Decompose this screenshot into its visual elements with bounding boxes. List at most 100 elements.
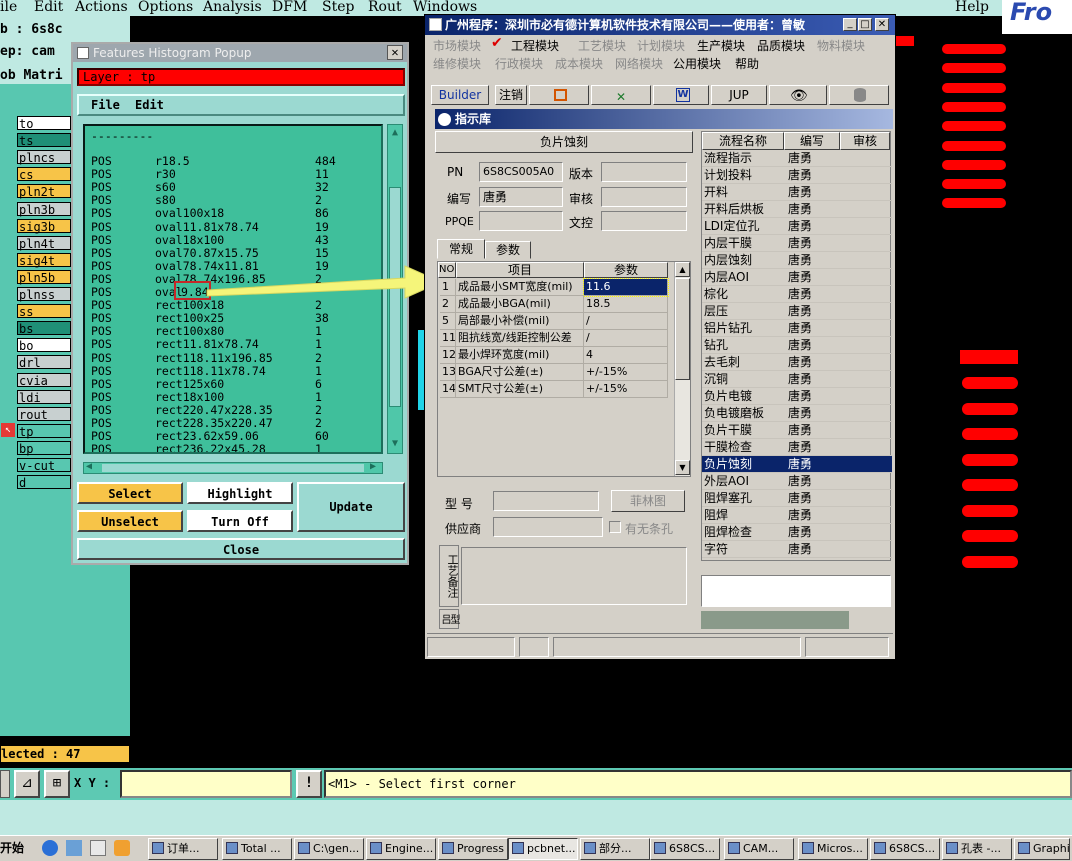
param-no[interactable]: 5 xyxy=(440,313,456,330)
taskbar-button[interactable]: 6S8CS... xyxy=(650,838,720,860)
desktop-icon[interactable] xyxy=(90,840,106,856)
menu-production[interactable]: 生产模块 xyxy=(697,37,745,54)
measure-icon[interactable]: ⊿ xyxy=(14,770,40,798)
menu-cost[interactable]: 成本模块 xyxy=(555,55,603,72)
param-item[interactable]: 阻抗线宽/线距控制公差 xyxy=(456,330,584,347)
flow-row[interactable]: 开料 唐勇 xyxy=(702,184,892,201)
popup-titlebar[interactable]: Features Histogram Popup xyxy=(73,44,407,62)
ppqe-field[interactable] xyxy=(479,211,563,231)
flow-row[interactable]: 棕化 唐勇 xyxy=(702,286,892,303)
view-button[interactable]: 👁 xyxy=(769,85,827,105)
update-button[interactable]: Update xyxy=(297,482,405,532)
review-field[interactable] xyxy=(601,187,687,207)
word-button[interactable]: W xyxy=(653,85,709,105)
param-item[interactable]: 成品最小BGA(mil) xyxy=(456,296,584,313)
close-button[interactable]: Close xyxy=(77,538,405,560)
taskbar-button[interactable]: Engine... xyxy=(366,838,436,860)
param-value[interactable]: 4 xyxy=(584,347,668,364)
param-value[interactable]: / xyxy=(584,313,668,330)
database-button[interactable] xyxy=(829,85,889,105)
param-value[interactable]: +/-15% xyxy=(584,381,668,398)
scroll-left-icon[interactable]: ◀ xyxy=(86,461,92,472)
builder-button[interactable]: Builder xyxy=(431,85,489,105)
param-no[interactable]: 14 xyxy=(440,381,456,398)
highlight-button[interactable]: Highlight xyxy=(187,482,293,504)
flow-row[interactable]: 去毛刺 唐勇 xyxy=(702,354,892,371)
param-scroll-down-icon[interactable]: ▼ xyxy=(675,460,690,475)
jup-button[interactable]: JUP xyxy=(711,85,767,105)
flow-notes-box[interactable] xyxy=(701,575,891,607)
param-value[interactable]: +/-15% xyxy=(584,364,668,381)
layer-item[interactable]: bp xyxy=(17,440,71,456)
menu-dfm[interactable]: DFM xyxy=(272,0,307,15)
layer-item[interactable]: rout xyxy=(17,406,71,422)
layer-item[interactable]: cs xyxy=(17,167,71,182)
menu-options[interactable]: Options xyxy=(138,0,193,15)
param-grid[interactable]: NO 项目 参数 1 成品最小SMT宽度(mil) 11.6 2 成品最小BGA(mil… xyxy=(437,261,691,477)
param-no[interactable]: 1 xyxy=(440,279,456,296)
layer-item[interactable]: ss xyxy=(17,304,71,319)
nobar-checkbox[interactable] xyxy=(609,521,621,533)
param-item[interactable]: 成品最小SMT宽度(mil) xyxy=(456,279,584,296)
param-item[interactable]: BGA尺寸公差(±) xyxy=(456,364,584,381)
menu-common[interactable]: 公用模块 xyxy=(673,55,721,72)
menu-material[interactable]: 物料模块 xyxy=(817,37,865,54)
menu-help-cn[interactable]: 帮助 xyxy=(735,55,759,72)
layer-item[interactable]: pln2t xyxy=(17,184,71,199)
taskbar-button[interactable]: 订单... xyxy=(148,838,218,860)
turn-off-button[interactable]: Turn Off xyxy=(187,510,293,532)
flow-row[interactable]: 负片蚀刻 唐勇 xyxy=(702,456,892,473)
menu-admin[interactable]: 行政模块 xyxy=(495,55,543,72)
horizontal-scrollbar[interactable]: ◀ ▶ xyxy=(83,461,383,474)
param-no[interactable]: 2 xyxy=(440,296,456,313)
excel-button[interactable]: ✕ xyxy=(591,85,651,105)
ie-icon[interactable] xyxy=(42,840,58,856)
tab-params[interactable]: 参数 xyxy=(485,241,531,259)
layer-item[interactable]: pln5b xyxy=(17,269,71,285)
menu-edit[interactable]: Edit xyxy=(34,0,63,15)
flow-row[interactable]: 沉铜 唐勇 xyxy=(702,371,892,388)
flow-row[interactable]: 负电镀磨板 唐勇 xyxy=(702,405,892,422)
param-item[interactable]: 最小焊环宽度(mil) xyxy=(456,347,584,364)
param-scroll-thumb[interactable] xyxy=(675,278,690,380)
flow-row[interactable]: 阻焊检查 唐勇 xyxy=(702,524,892,541)
menu-maintenance[interactable]: 维修模块 xyxy=(433,55,481,72)
tab-general[interactable]: 常规 xyxy=(437,239,485,259)
flow-row[interactable]: 负片电镀 唐勇 xyxy=(702,388,892,405)
scroll-up-icon[interactable]: ▲ xyxy=(389,127,401,139)
cmd-tool-button[interactable] xyxy=(0,770,10,798)
param-value[interactable]: 11.6 xyxy=(583,278,669,297)
flow-row[interactable]: LDI定位孔 唐勇 xyxy=(702,218,892,235)
minimize-icon[interactable]: _ xyxy=(843,18,857,31)
param-value[interactable]: / xyxy=(584,330,668,347)
flow-row[interactable]: 负片干膜 唐勇 xyxy=(702,422,892,439)
scroll-right-icon[interactable]: ▶ xyxy=(370,461,376,472)
layer-item[interactable]: plnss xyxy=(17,287,71,302)
xy-input[interactable] xyxy=(120,770,292,798)
layer-item[interactable]: drl xyxy=(17,355,71,370)
taskbar-button[interactable]: pcbnet... xyxy=(508,838,578,860)
flow-row[interactable]: 内层蚀刻 唐勇 xyxy=(702,252,892,269)
popup-menu-edit[interactable]: Edit xyxy=(135,98,164,112)
param-no[interactable]: 12 xyxy=(440,347,456,364)
logout-button[interactable]: 注销 xyxy=(495,85,527,105)
author-field[interactable]: 唐勇 xyxy=(479,187,563,207)
flow-row[interactable]: 钻孔 唐勇 xyxy=(702,337,892,354)
menu-step[interactable]: Step xyxy=(322,0,354,15)
layer-item[interactable]: sig3b xyxy=(17,218,71,234)
layer-field[interactable]: Layer : tp xyxy=(77,68,405,86)
menu-network[interactable]: 网络模块 xyxy=(615,55,663,72)
grid-icon[interactable]: ⊞ xyxy=(44,770,70,798)
remark-textarea[interactable] xyxy=(461,547,687,605)
erp-titlebar[interactable]: 广州程序：深圳市必有德计算机软件技术有限公司——使用者：曾敏 xyxy=(425,15,895,35)
ppt-button[interactable] xyxy=(529,85,589,105)
param-scrollbar[interactable]: ▲ ▼ xyxy=(674,262,690,476)
flow-row[interactable]: 内层AOI 唐勇 xyxy=(702,269,892,286)
layer-item[interactable]: to xyxy=(17,116,71,131)
layer-item[interactable]: bo xyxy=(17,338,71,353)
taskbar-button[interactable]: Graphi... xyxy=(1014,838,1070,860)
menu-windows[interactable]: Windows xyxy=(413,0,477,15)
param-item[interactable]: SMT尺寸公差(±) xyxy=(456,381,584,398)
layer-item[interactable]: v-cut xyxy=(17,458,71,473)
menu-quality[interactable]: 品质模块 xyxy=(757,37,805,54)
